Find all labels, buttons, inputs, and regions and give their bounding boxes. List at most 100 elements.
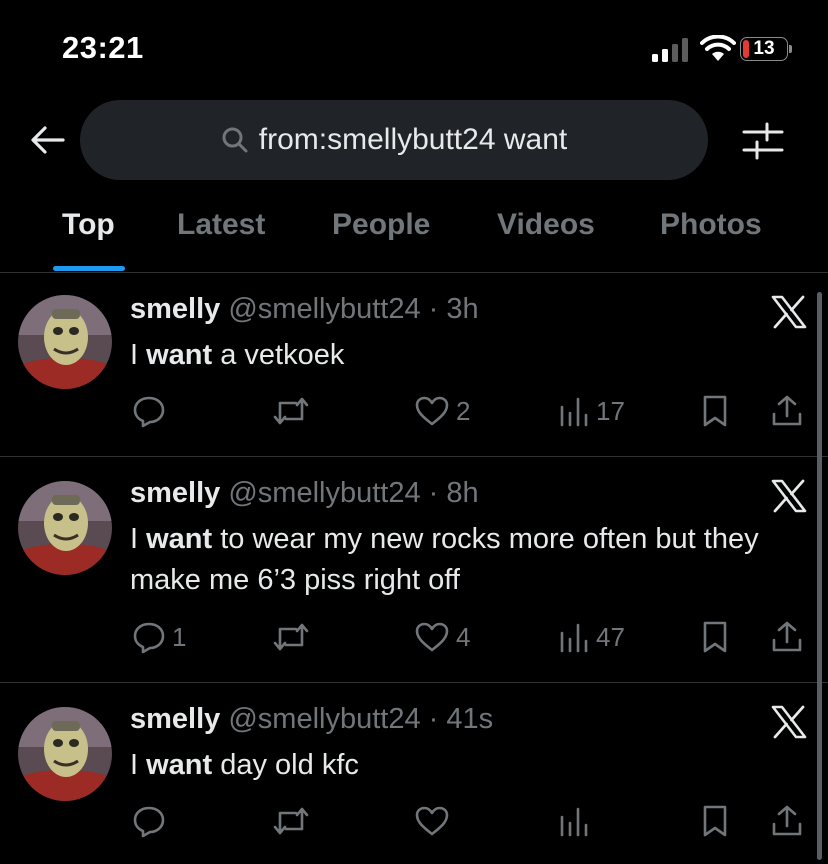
back-button[interactable] <box>26 118 70 162</box>
search-query: from:smellybutt24 want <box>258 123 568 156</box>
retweet-button[interactable] <box>272 799 316 843</box>
separator: · <box>428 293 439 325</box>
share-icon <box>772 395 802 426</box>
sliders-icon <box>742 122 784 160</box>
x-logo-icon[interactable] <box>770 705 808 739</box>
display-name[interactable]: smelly <box>130 703 220 735</box>
search-input[interactable]: from:smellybutt24 want <box>80 100 708 180</box>
like-count: 2 <box>456 395 471 426</box>
search-row: from:smellybutt24 want <box>0 98 828 182</box>
views-chart-icon <box>560 397 588 427</box>
status-clock: 23:21 <box>62 30 144 65</box>
handle[interactable]: @smellybutt24 <box>228 703 420 735</box>
reply-count: 1 <box>172 621 187 652</box>
timestamp[interactable]: 8h <box>446 477 478 509</box>
heart-icon <box>415 622 449 652</box>
tweet-text-highlight: want <box>146 749 213 781</box>
tweet[interactable]: smelly @smellybutt24 · 8h I want to wear… <box>0 457 828 683</box>
retweet-button[interactable] <box>272 615 316 659</box>
avatar[interactable] <box>18 295 112 389</box>
scrollbar[interactable] <box>817 292 822 860</box>
share-button[interactable] <box>770 799 804 843</box>
back-arrow-icon <box>31 126 65 154</box>
tweet-text-body: to wear my new rocks more often but they… <box>130 523 759 596</box>
share-icon <box>772 621 802 652</box>
tweet-text-highlight: want <box>146 339 213 371</box>
tweet-text: I want to wear my new rocks more often b… <box>130 519 790 601</box>
separator: · <box>428 703 439 735</box>
signal-icon <box>652 38 692 62</box>
bookmark-button[interactable] <box>700 615 730 659</box>
tweet-header: smelly @smellybutt24 · 41s <box>130 703 493 736</box>
reply-icon <box>133 396 165 428</box>
tweet-text: I want day old kfc <box>130 745 790 786</box>
like-button[interactable] <box>414 799 456 843</box>
tweet-actions <box>0 799 828 843</box>
reply-button[interactable]: 1 <box>132 615 186 659</box>
x-logo-icon[interactable] <box>770 295 808 329</box>
battery-icon: 13 <box>740 37 794 63</box>
like-button[interactable]: 2 <box>414 389 470 433</box>
tab-photos[interactable]: Photos <box>660 208 762 242</box>
tab-videos[interactable]: Videos <box>497 208 595 242</box>
x-logo-icon[interactable] <box>770 479 808 513</box>
display-name[interactable]: smelly <box>130 293 220 325</box>
timestamp[interactable]: 41s <box>446 703 493 735</box>
retweet-button[interactable] <box>272 389 316 433</box>
reply-button[interactable] <box>132 799 172 843</box>
bookmark-icon <box>703 805 727 837</box>
reply-icon <box>133 806 165 838</box>
tweet[interactable]: smelly @smellybutt24 · 41s I want day ol… <box>0 683 828 864</box>
retweet-icon <box>273 623 309 651</box>
reply-button[interactable] <box>132 389 172 433</box>
bookmark-button[interactable] <box>700 389 730 433</box>
views-chart-icon <box>560 623 588 653</box>
heart-icon <box>415 806 449 836</box>
views-count: 47 <box>596 621 625 652</box>
avatar[interactable] <box>18 707 112 801</box>
active-tab-indicator <box>53 266 125 271</box>
heart-icon <box>415 396 449 426</box>
tab-latest[interactable]: Latest <box>177 208 265 242</box>
tweet-text-prefix: I <box>130 749 147 781</box>
retweet-icon <box>273 397 309 425</box>
tweet-text-prefix: I <box>130 339 147 371</box>
tab-people[interactable]: People <box>332 208 430 242</box>
share-icon <box>772 805 802 836</box>
display-name[interactable]: smelly <box>130 477 220 509</box>
tweet-actions: 1 4 47 <box>0 615 828 659</box>
bookmark-icon <box>703 621 727 653</box>
handle[interactable]: @smellybutt24 <box>228 293 420 325</box>
status-bar: 23:21 13 <box>0 0 828 96</box>
views-button[interactable] <box>558 799 596 843</box>
views-chart-icon <box>560 807 588 837</box>
battery-level: 13 <box>753 38 775 59</box>
views-button[interactable]: 17 <box>558 389 625 433</box>
reply-icon <box>133 622 165 654</box>
bookmark-icon <box>703 395 727 427</box>
tweet-text-body: a vetkoek <box>212 339 345 371</box>
like-count: 4 <box>456 621 471 652</box>
tweet-actions: 2 17 <box>0 389 828 433</box>
search-icon <box>221 125 251 155</box>
tweet-header: smelly @smellybutt24 · 3h <box>130 293 479 326</box>
handle[interactable]: @smellybutt24 <box>228 477 420 509</box>
tab-top[interactable]: Top <box>62 208 115 242</box>
separator: · <box>428 477 439 509</box>
search-filters-button[interactable] <box>740 120 786 162</box>
share-button[interactable] <box>770 389 804 433</box>
views-button[interactable]: 47 <box>558 615 625 659</box>
tweet-text-highlight: want <box>146 523 213 555</box>
timestamp[interactable]: 3h <box>446 293 478 325</box>
like-button[interactable]: 4 <box>414 615 470 659</box>
tweet-header: smelly @smellybutt24 · 8h <box>130 477 479 510</box>
search-tabs: Top Latest People Videos Photos <box>0 196 828 273</box>
tweet-text-prefix: I <box>130 523 147 555</box>
retweet-icon <box>273 807 309 835</box>
views-count: 17 <box>596 395 625 426</box>
bookmark-button[interactable] <box>700 799 730 843</box>
avatar[interactable] <box>18 481 112 575</box>
tweet[interactable]: smelly @smellybutt24 · 3h I want a vetko… <box>0 273 828 457</box>
share-button[interactable] <box>770 615 804 659</box>
tweet-text-body: day old kfc <box>212 749 359 781</box>
